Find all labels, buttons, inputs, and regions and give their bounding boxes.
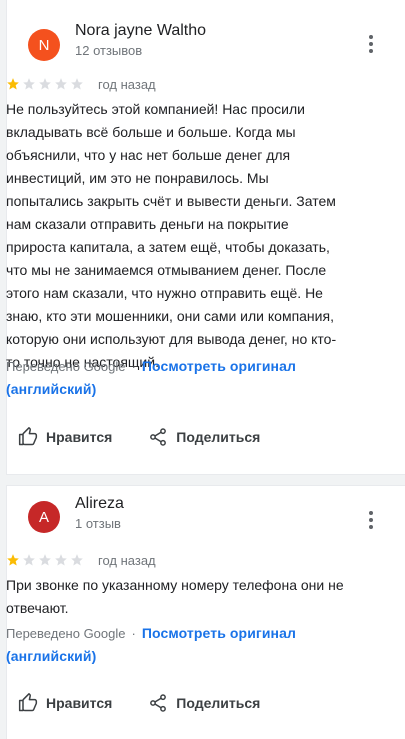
view-original-language[interactable]: (английский) [6,381,96,397]
star-rating [6,77,84,91]
review-header: A Alireza 1 отзыв [28,486,405,550]
review-actions: Нравится Поделиться [18,422,260,452]
star-icon [23,78,35,90]
review-card: A Alireza 1 отзыв [6,486,405,739]
like-label: Нравится [46,429,113,445]
share-icon [150,428,167,446]
author-name[interactable]: Alireza [75,495,124,513]
share-label: Поделиться [176,429,261,445]
star-icon [7,78,19,90]
star-icon [55,78,67,90]
more-vert-icon[interactable] [361,32,381,56]
like-button[interactable]: Нравится [18,427,112,447]
author-name[interactable]: Nora jayne Waltho [75,22,206,40]
translation-note: Переведено Google · Посмотреть оригинал (а… [6,355,381,401]
review-text: Не пользуйтесь этой компанией! Нас проси… [6,101,337,370]
view-original-link[interactable]: Посмотреть оригинал [142,358,296,374]
review-date: год назад [98,76,156,92]
avatar-letter: A [38,508,49,526]
review-separator [6,474,405,486]
star-icon [71,78,83,90]
avatar-letter: N [38,36,50,54]
translated-by: Переведено Google [6,359,126,374]
avatar[interactable]: N [28,29,60,61]
share-button[interactable]: Поделиться [148,427,260,447]
review-count: 12 отзывов [75,43,143,58]
rating-row: год назад [6,75,156,93]
review-header: N Nora jayne Waltho 12 отзывов [28,0,405,64]
review-count: 1 отзыв [75,516,121,531]
more-vert-icon[interactable] [361,508,381,532]
star-icon [39,78,51,90]
review-card: N Nora jayne Waltho 12 отзывов год назад… [6,0,405,474]
thumb-up-icon [18,427,38,446]
dot-separator: · [131,359,136,374]
avatar[interactable]: A [28,501,60,533]
